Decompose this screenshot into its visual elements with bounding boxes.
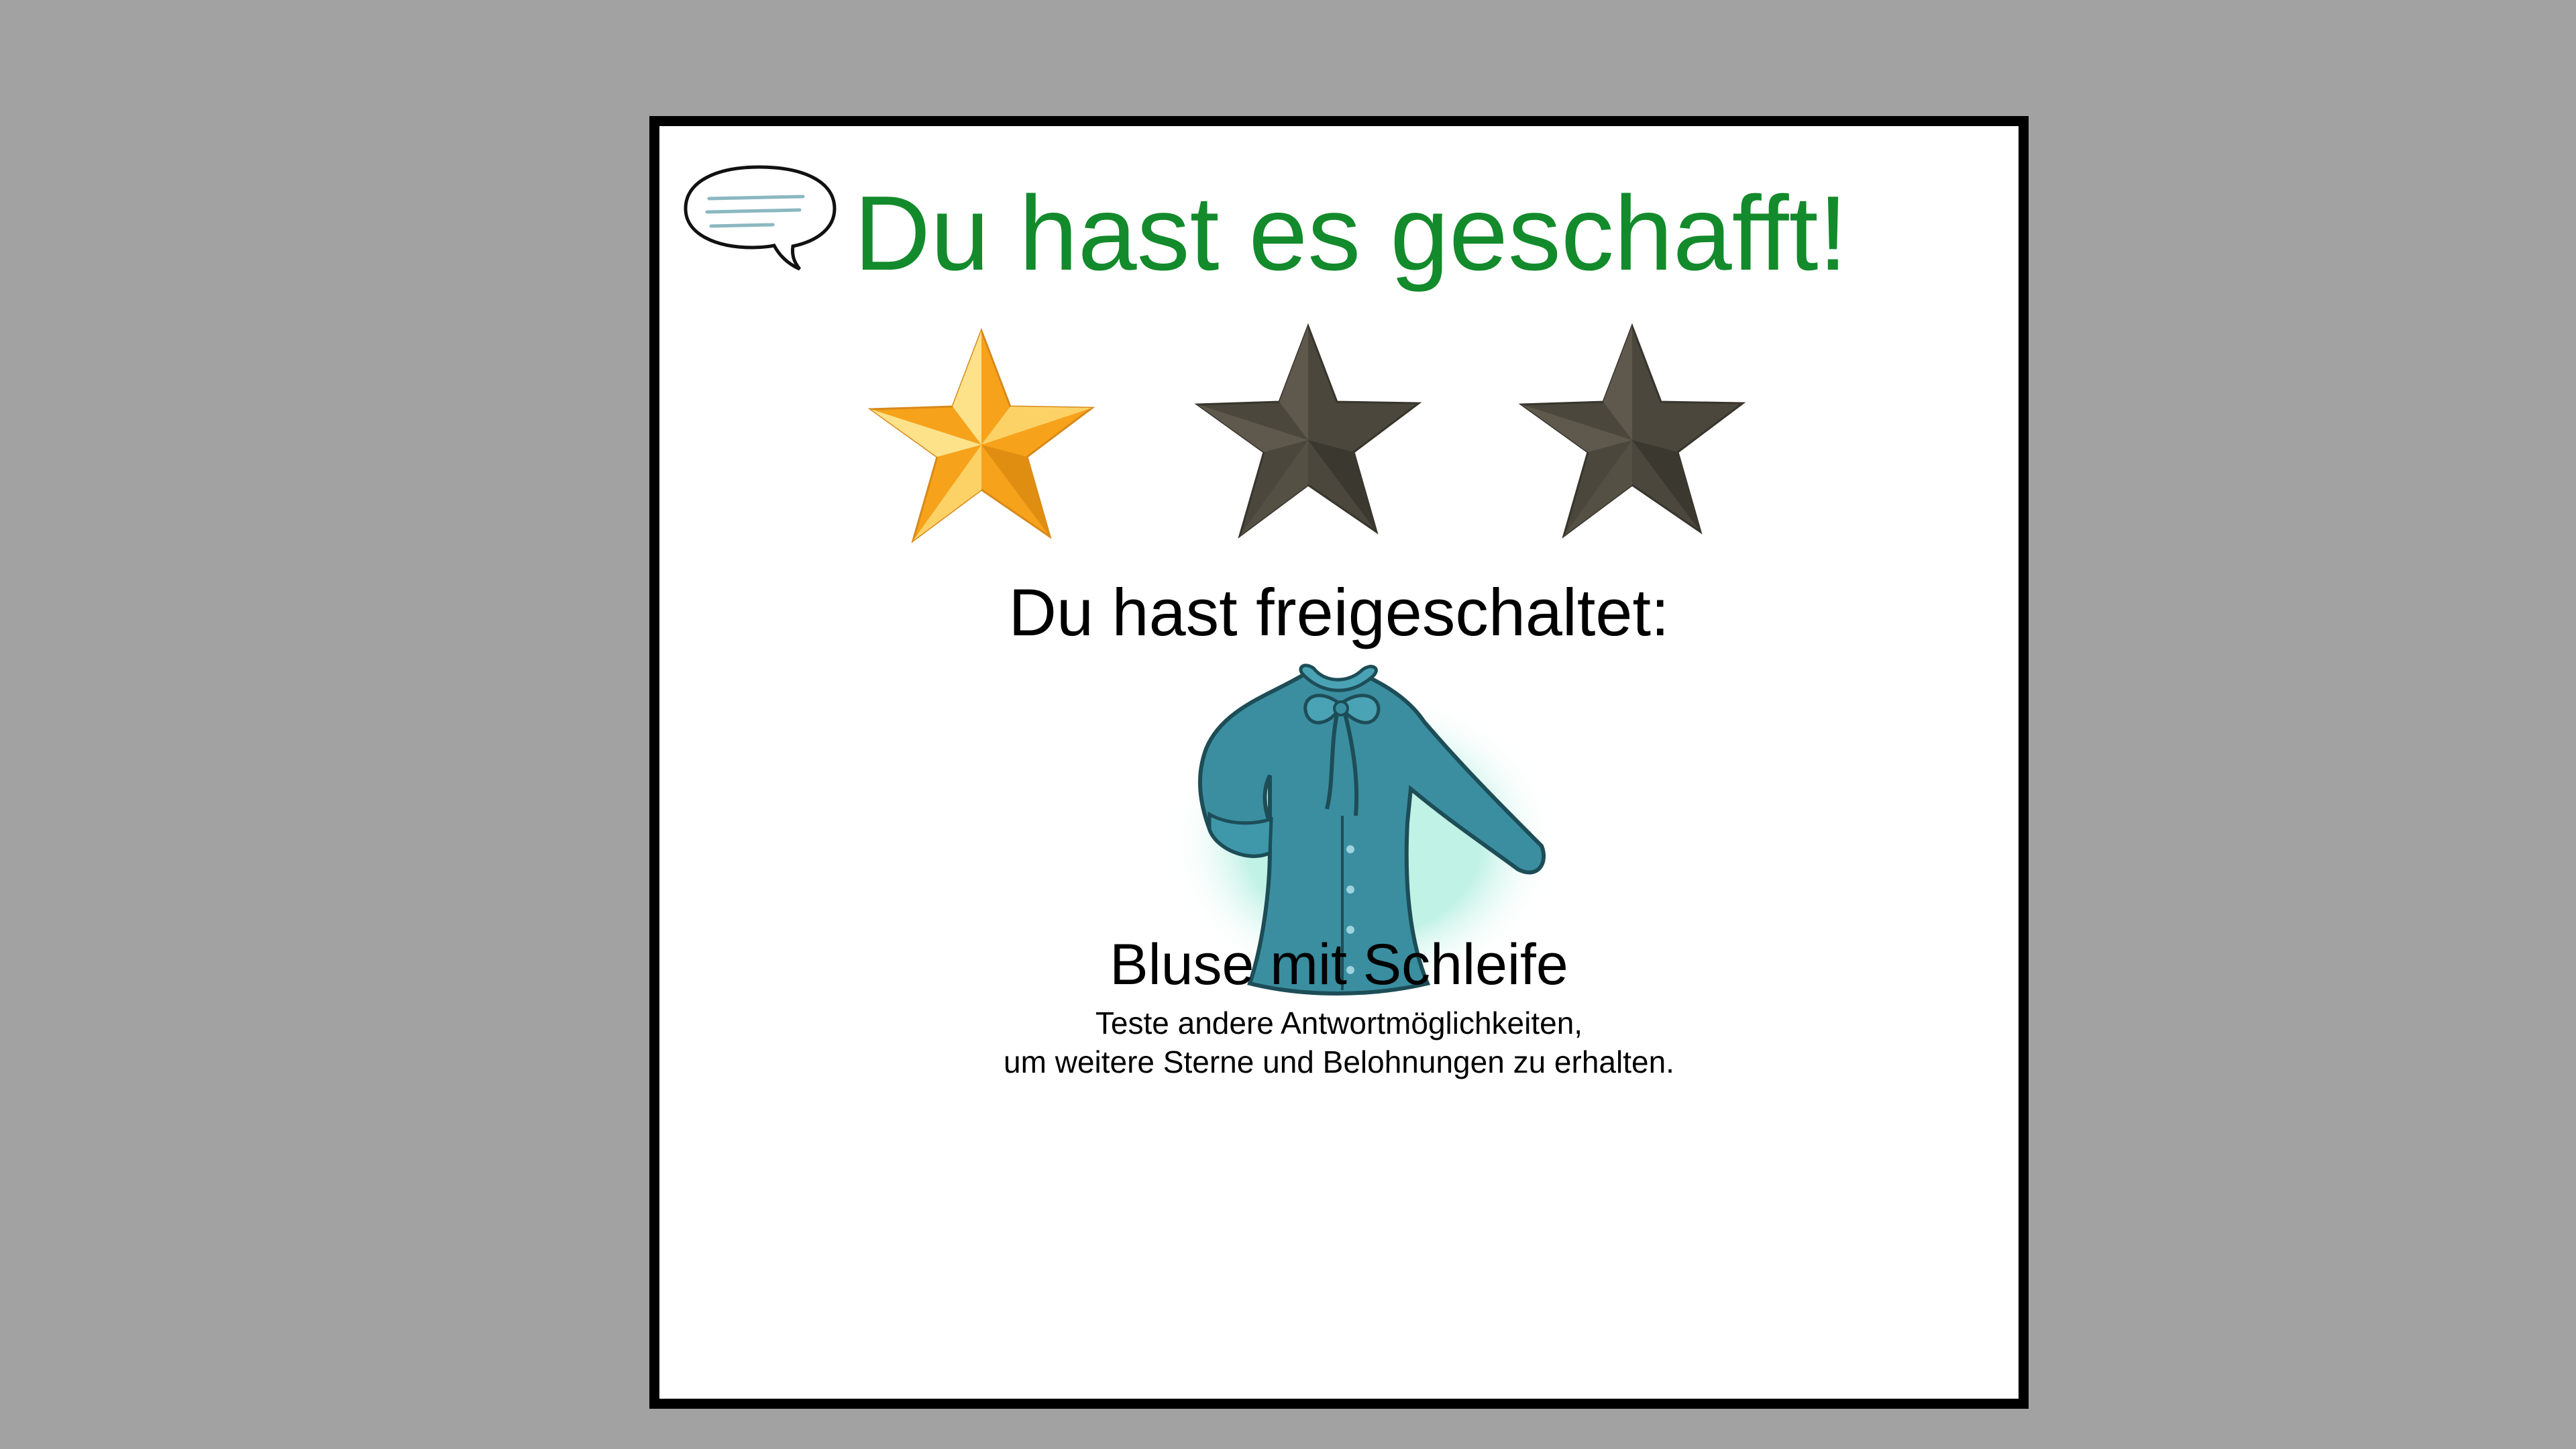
hint-text: Teste andere Antwortmöglichkeiten, um we… <box>659 1004 2019 1081</box>
hint-line-1: Teste andere Antwortmöglichkeiten, <box>1095 1006 1583 1040</box>
result-dialog: Du hast es geschafft! Du hast freigescha… <box>649 116 2029 1409</box>
hint-line-2: um weitere Sterne und Belohnungen zu erh… <box>1004 1044 1674 1079</box>
reward-name: Bluse mit Schleife <box>1110 932 1568 997</box>
speech-bubble-icon[interactable] <box>679 162 840 276</box>
dialog-title: Du hast es geschafft! <box>854 174 1848 292</box>
star-unearned-icon <box>1194 323 1422 539</box>
star-unearned-icon <box>1518 323 1746 539</box>
unlocked-heading: Du hast freigeschaltet: <box>1008 575 1670 649</box>
star-earned-icon <box>867 327 1095 543</box>
